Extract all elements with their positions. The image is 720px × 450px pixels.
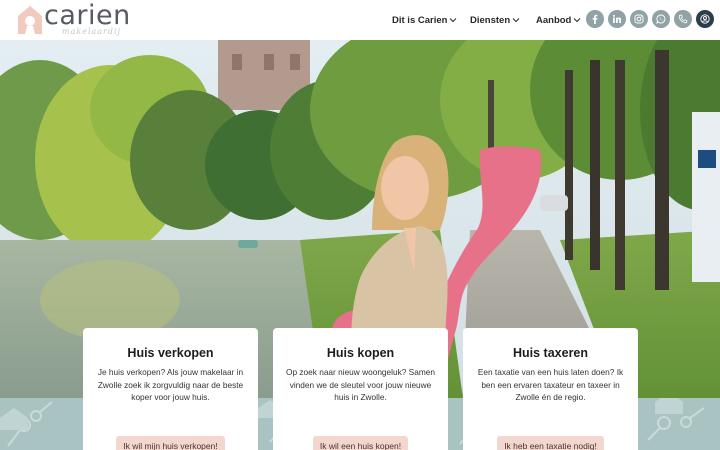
- nav-label: Dit is Carien: [392, 14, 448, 26]
- phone-icon[interactable]: [674, 10, 692, 28]
- whatsapp-icon[interactable]: [652, 10, 670, 28]
- service-card-verkopen: Huis verkopen Je huis verkopen? Als jouw…: [83, 328, 258, 450]
- buy-house-button[interactable]: Ik wil een huis kopen!: [312, 436, 409, 450]
- nav-item-dit-is-carien[interactable]: Dit is Carien: [392, 12, 457, 28]
- service-card-kopen: Huis kopen Op zoek naar nieuw woongeluk?…: [273, 328, 448, 450]
- chevron-down-icon: [450, 18, 457, 23]
- chevron-down-icon: [574, 18, 581, 23]
- service-card-taxeren: Huis taxeren Een taxatie van een huis la…: [463, 328, 638, 450]
- nav-label: Aanbod: [536, 14, 572, 26]
- card-title: Huis kopen: [326, 346, 395, 360]
- social-links: [586, 10, 714, 28]
- card-text: Een taxatie van een huis laten doen? Ik …: [477, 367, 624, 403]
- sell-house-button[interactable]: Ik wil mijn huis verkopen!: [116, 436, 225, 450]
- nav-label: Diensten: [470, 14, 511, 26]
- instagram-icon[interactable]: [630, 10, 648, 28]
- card-text: Je huis verkopen? Als jouw makelaar in Z…: [97, 367, 244, 403]
- key-logo-icon: [18, 6, 42, 34]
- linkedin-icon[interactable]: [608, 10, 626, 28]
- chevron-down-icon: [512, 18, 520, 23]
- facebook-icon[interactable]: [586, 10, 604, 28]
- site-logo[interactable]: carien makelaardij: [16, 0, 136, 37]
- valuation-button[interactable]: Ik heb een taxatie nodig!: [497, 436, 604, 450]
- nav-item-aanbod[interactable]: Aanbod: [536, 12, 581, 28]
- nav-item-diensten[interactable]: Diensten: [470, 12, 520, 28]
- site-header: carien makelaardij Dit is Carien Dienste…: [0, 0, 720, 40]
- card-text: Op zoek naar nieuw woongeluk? Samen vind…: [286, 367, 435, 403]
- card-title: Huis taxeren: [512, 346, 589, 360]
- account-icon[interactable]: [696, 10, 714, 28]
- brand-tagline: makelaardij: [62, 27, 122, 36]
- card-title: Huis verkopen: [127, 346, 214, 360]
